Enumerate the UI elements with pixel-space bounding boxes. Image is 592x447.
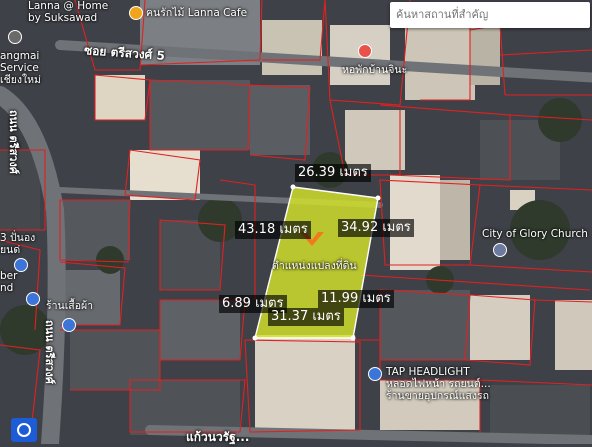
poi-headlight[interactable]: TAP HEADLIGHT หลอดไฟหน้า รถยนต์... ร้านข… xyxy=(386,366,491,402)
locate-me-button[interactable] xyxy=(11,418,37,442)
hostel-pin-icon[interactable] xyxy=(358,44,372,58)
measure-mid-right: 11.99 เมตร xyxy=(318,290,394,308)
poi-lanna-cafe[interactable]: ฅนรักไม้ Lanna Cafe xyxy=(146,7,247,19)
measure-bottom: 31.37 เมตร xyxy=(268,308,344,326)
search-input[interactable] xyxy=(390,2,590,28)
poi-hostel[interactable]: หอพักบ้านจินะ xyxy=(342,64,407,76)
poi-lanna-home[interactable]: Lanna @ Home by Suksawad xyxy=(28,0,108,24)
parcel-label: ตำแหน่งแปลงที่ดิน xyxy=(272,260,357,272)
poi-church[interactable]: City of Glory Church xyxy=(482,228,588,240)
poi-service[interactable]: angmai Service เชียงใหม่ xyxy=(0,50,41,86)
measure-left: 43.18 เมตร xyxy=(235,221,311,239)
barber-pin-icon[interactable] xyxy=(26,292,40,306)
poi-left-store[interactable]: 3 ปั่นอง ยนด่ xyxy=(0,232,35,256)
headlight-pin-icon[interactable] xyxy=(368,367,382,381)
road-label-left2: ถนน ตรีสวงศ์ xyxy=(43,320,56,384)
cafe-pin-icon[interactable] xyxy=(129,6,143,20)
shop-pin-icon[interactable] xyxy=(62,318,76,332)
poi-shop[interactable]: ร้านเสื้อผ้า xyxy=(46,300,93,312)
place-pin-icon[interactable] xyxy=(8,30,22,44)
road-label-bottom: แก้วนวรัฐ... xyxy=(186,430,250,444)
measure-right: 34.92 เมตร xyxy=(338,219,414,237)
measure-top: 26.39 เมตร xyxy=(295,164,371,182)
road-label-left: ถนน ตรีสวงศ์ xyxy=(7,110,20,174)
poi-barber[interactable]: ber nd xyxy=(0,270,17,294)
church-pin-icon[interactable] xyxy=(493,243,507,257)
